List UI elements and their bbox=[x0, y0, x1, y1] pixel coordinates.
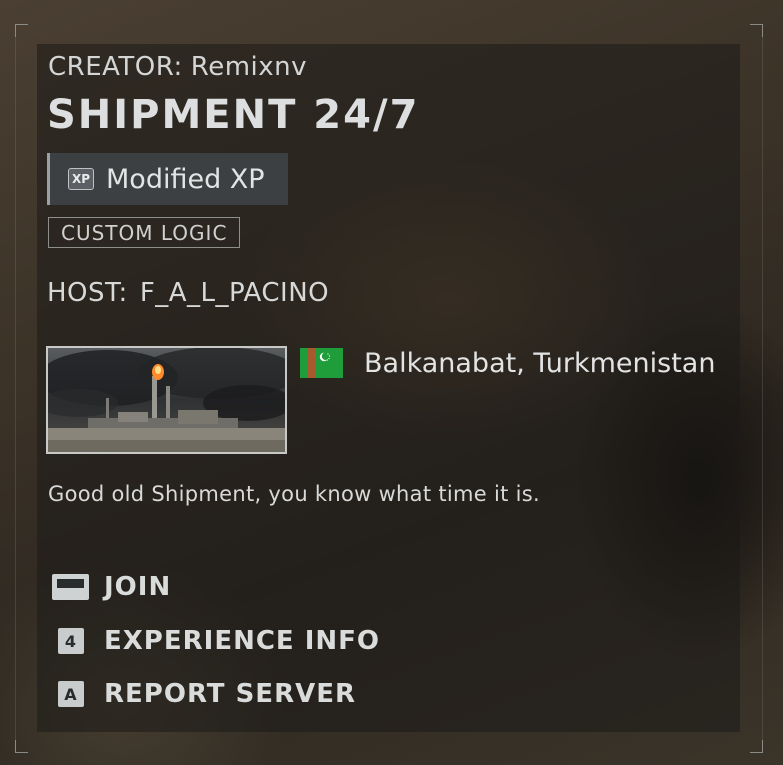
frame-corner-top-right bbox=[750, 24, 763, 37]
experience-info-action[interactable]: 4 EXPERIENCE INFO bbox=[52, 626, 380, 656]
creator-name: Remixnv bbox=[190, 52, 307, 82]
creator-line: CREATOR: Remixnv bbox=[48, 52, 307, 82]
host-label: HOST: bbox=[47, 278, 128, 308]
turkmenistan-flag-icon bbox=[300, 348, 343, 378]
report-server-label: REPORT SERVER bbox=[104, 679, 356, 709]
modified-xp-label: Modified XP bbox=[106, 163, 265, 195]
key-4-glyph: 4 bbox=[57, 628, 84, 654]
map-thumbnail-image bbox=[46, 346, 287, 454]
host-name: F_A_L_PACINO bbox=[139, 278, 330, 308]
server-description: Good old Shipment, you know what time it… bbox=[48, 482, 540, 506]
space-key-icon bbox=[52, 572, 89, 602]
frame-edge-left bbox=[15, 36, 16, 741]
server-title: SHIPMENT 24/7 bbox=[47, 92, 420, 138]
server-location: Balkanabat, Turkmenistan bbox=[364, 348, 716, 379]
host-line: HOST: F_A_L_PACINO bbox=[47, 278, 329, 308]
experience-info-label: EXPERIENCE INFO bbox=[104, 626, 381, 656]
key-a-icon: A bbox=[52, 679, 89, 709]
creator-label: CREATOR: bbox=[48, 52, 183, 82]
frame-edge-right bbox=[762, 36, 763, 741]
frame-corner-bottom-left bbox=[15, 740, 28, 753]
join-label: JOIN bbox=[104, 572, 172, 602]
join-action[interactable]: JOIN bbox=[52, 572, 171, 602]
key-4-icon: 4 bbox=[52, 626, 89, 656]
modified-xp-tag: XP Modified XP bbox=[47, 153, 288, 205]
custom-logic-tag: CUSTOM LOGIC bbox=[48, 217, 241, 248]
key-a-glyph: A bbox=[57, 681, 84, 707]
xp-icon: XP bbox=[68, 168, 94, 190]
frame-corner-top-left bbox=[15, 24, 28, 37]
frame-corner-bottom-right bbox=[750, 740, 763, 753]
report-server-action[interactable]: A REPORT SERVER bbox=[52, 679, 356, 709]
